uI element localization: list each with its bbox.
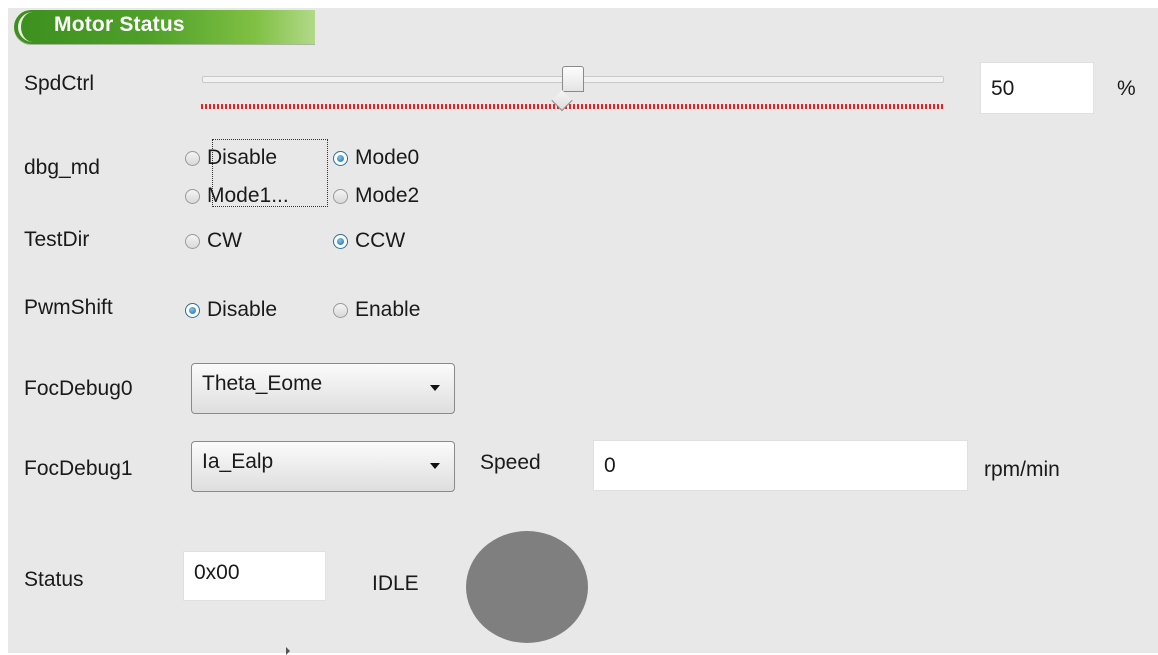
radio-button-icon [185,150,200,166]
focdebug0-selected-value: Theta_Eome [202,372,323,395]
dbg-md-option-label: Mode2 [355,184,420,207]
dbg-md-option-label: Mode1... [207,184,289,207]
status-value-input[interactable]: 0x00 [183,551,326,601]
spdctrl-value-input[interactable]: 50 [980,62,1094,114]
testdir-label: TestDir [24,228,90,251]
pwmshift-option-label: Enable [355,298,421,321]
spdctrl-unit: % [1117,77,1136,100]
panel-title: Motor Status [54,13,185,36]
dbg-md-radio-mode2[interactable]: Mode2 [333,184,419,208]
focdebug1-label: FocDebug1 [24,457,133,480]
dbg-md-radio-disable[interactable]: Disable [185,146,277,170]
radio-button-icon [185,302,200,318]
chevron-down-icon [430,463,440,469]
radio-button-icon [333,150,348,166]
cursor-icon [286,647,290,655]
chevron-down-icon [430,385,440,391]
speed-value-input[interactable]: 0 [593,440,968,491]
radio-button-icon [333,302,348,318]
dbg-md-label: dbg_md [24,156,100,179]
radio-button-icon [185,188,200,204]
spdctrl-slider-thumb[interactable] [562,66,584,92]
radio-button-icon [185,233,200,249]
speed-unit: rpm/min [984,458,1060,481]
focdebug0-label: FocDebug0 [24,377,133,400]
pwmshift-radio-enable[interactable]: Enable [333,298,420,322]
testdir-radio-cw[interactable]: CW [185,229,242,253]
status-label: Status [24,568,84,591]
testdir-option-label: CW [207,229,242,252]
status-state-text: IDLE [372,572,419,595]
dbg-md-radio-mode0[interactable]: Mode0 [333,146,419,170]
radio-button-icon [333,188,348,204]
status-indicator-light [466,531,588,643]
focdebug0-dropdown[interactable]: Theta_Eome [191,363,455,414]
pwmshift-option-label: Disable [207,298,278,321]
testdir-radio-ccw[interactable]: CCW [333,229,405,253]
pwmshift-label: PwmShift [24,296,113,319]
spdctrl-label: SpdCtrl [24,72,95,95]
pwmshift-radio-disable[interactable]: Disable [185,298,277,322]
spdctrl-slider-ticks [201,100,944,109]
dbg-md-radio-mode1[interactable]: Mode1... [185,184,289,208]
dbg-md-option-label: Mode0 [355,146,420,169]
dbg-md-option-label: Disable [207,146,278,169]
focdebug1-dropdown[interactable]: Ia_Ealp [191,441,455,492]
radio-button-icon [333,233,348,249]
speed-label: Speed [480,451,541,474]
focdebug1-selected-value: Ia_Ealp [202,450,274,473]
testdir-option-label: CCW [355,229,406,252]
